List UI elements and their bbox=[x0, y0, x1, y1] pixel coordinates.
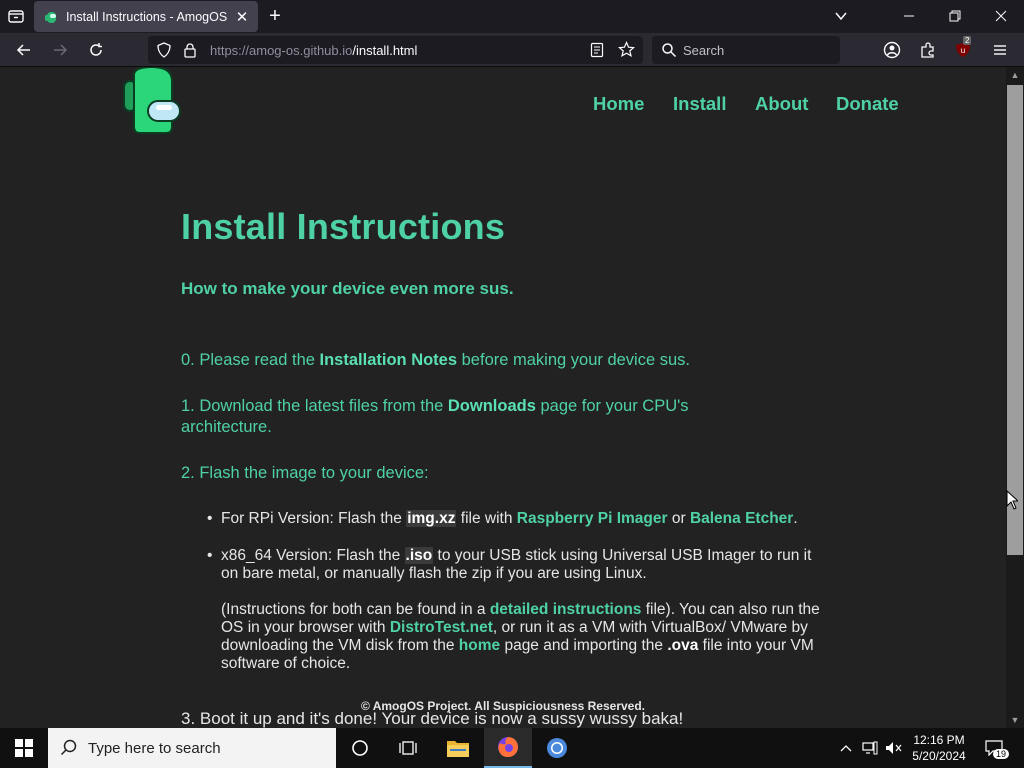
account-icon[interactable] bbox=[881, 39, 903, 61]
task-view-icon[interactable] bbox=[384, 728, 432, 768]
iso-code: .iso bbox=[404, 547, 434, 564]
balena-etcher-link[interactable]: Balena Etcher bbox=[690, 510, 793, 527]
back-icon[interactable] bbox=[13, 39, 35, 61]
step-0: 0. Please read the Installation Notes be… bbox=[181, 351, 690, 369]
reader-view-icon[interactable] bbox=[590, 42, 604, 63]
svg-text:u: u bbox=[961, 46, 965, 55]
vm-note-paragraph: (Instructions for both can be found in a… bbox=[221, 601, 820, 672]
step-2: 2. Flash the image to your device: bbox=[181, 464, 429, 482]
notification-center-icon[interactable]: 19 bbox=[980, 728, 1010, 768]
scroll-up-icon[interactable]: ▲ bbox=[1010, 70, 1020, 80]
tab-bar: Install Instructions - AmogOS ✕ + bbox=[0, 0, 1024, 33]
ublock-origin-icon[interactable]: u 2 bbox=[953, 36, 975, 61]
reload-icon[interactable] bbox=[85, 39, 107, 61]
list-item-rpi: • For RPi Version: Flash the img.xz file… bbox=[207, 510, 798, 527]
mouse-cursor-icon bbox=[1006, 489, 1020, 515]
url-bar[interactable]: https://amog-os.github.io/install.html bbox=[148, 36, 643, 64]
app-menu-icon[interactable] bbox=[989, 39, 1011, 61]
bookmark-star-icon[interactable] bbox=[617, 41, 636, 63]
file-explorer-icon[interactable] bbox=[434, 728, 482, 768]
close-window-icon[interactable] bbox=[989, 4, 1013, 28]
tab-title: Install Instructions - AmogOS bbox=[66, 9, 228, 24]
cortana-icon[interactable] bbox=[336, 728, 384, 768]
notification-count: 19 bbox=[993, 749, 1010, 759]
installation-notes-link[interactable]: Installation Notes bbox=[320, 351, 458, 369]
taskbar-search-icon bbox=[60, 739, 78, 762]
tab-active[interactable]: Install Instructions - AmogOS ✕ bbox=[34, 1, 258, 32]
taskbar-search-placeholder: Type here to search bbox=[88, 740, 221, 757]
amogus-favicon-icon bbox=[44, 10, 58, 24]
search-icon bbox=[661, 42, 677, 63]
bullet-dot: • bbox=[207, 547, 213, 564]
list-item-x86: • x86_64 Version: Flash the .iso to your… bbox=[207, 547, 812, 582]
ublock-badge: 2 bbox=[963, 36, 972, 45]
list-all-tabs-icon[interactable] bbox=[829, 4, 853, 28]
page-subtitle: How to make your device even more sus. bbox=[181, 279, 514, 298]
nav-about-link[interactable]: About bbox=[755, 93, 808, 115]
bullet-dot: • bbox=[207, 510, 213, 527]
scrollbar-thumb[interactable] bbox=[1007, 85, 1023, 555]
navigation-toolbar: https://amog-os.github.io/install.html S… bbox=[0, 33, 1024, 67]
clock-time: 12:16 PM bbox=[913, 733, 965, 747]
chrome-taskbar-icon[interactable] bbox=[533, 728, 581, 768]
tab-list-icon[interactable] bbox=[6, 6, 26, 26]
firefox-taskbar-icon[interactable] bbox=[484, 728, 532, 768]
volume-muted-icon[interactable] bbox=[882, 728, 906, 768]
page-title: Install Instructions bbox=[181, 206, 506, 247]
taskbar-search-box[interactable]: Type here to search bbox=[48, 728, 336, 768]
footer-copyright: © AmogOS Project. All Suspiciousness Res… bbox=[360, 699, 646, 713]
network-icon[interactable] bbox=[858, 728, 882, 768]
lock-icon[interactable] bbox=[183, 42, 197, 63]
minimize-icon[interactable] bbox=[897, 4, 921, 28]
windows-start-icon[interactable] bbox=[0, 728, 48, 768]
amogos-logo[interactable] bbox=[122, 67, 184, 137]
nav-install-link[interactable]: Install bbox=[673, 93, 726, 115]
extensions-icon[interactable] bbox=[917, 39, 939, 61]
ova-text: .ova bbox=[667, 637, 699, 654]
distrotest-link[interactable]: DistroTest.net bbox=[390, 619, 493, 636]
windows-taskbar: Type here to search 12:16 PM 5/20/2024 1… bbox=[0, 728, 1024, 768]
tray-overflow-chevron-icon[interactable] bbox=[834, 728, 858, 768]
detailed-instructions-link[interactable]: detailed instructions bbox=[490, 601, 642, 618]
img-xz-code: img.xz bbox=[406, 510, 457, 527]
scroll-down-icon[interactable]: ▼ bbox=[1010, 715, 1020, 725]
web-page: Home Install About Donate Install Instru… bbox=[0, 67, 1006, 728]
clock-date: 5/20/2024 bbox=[912, 749, 966, 763]
restore-icon[interactable] bbox=[943, 4, 967, 28]
nav-home-link[interactable]: Home bbox=[593, 93, 644, 115]
page-scrollbar[interactable]: ▲ ▼ bbox=[1006, 67, 1024, 728]
tab-close-icon[interactable]: ✕ bbox=[232, 7, 252, 27]
downloads-link[interactable]: Downloads bbox=[448, 397, 536, 415]
clock[interactable]: 12:16 PM 5/20/2024 bbox=[904, 732, 974, 764]
search-placeholder: Search bbox=[683, 43, 725, 58]
new-tab-icon[interactable]: + bbox=[266, 6, 284, 26]
home-link[interactable]: home bbox=[459, 637, 500, 654]
nav-donate-link[interactable]: Donate bbox=[836, 93, 899, 115]
tracking-protection-shield-icon[interactable] bbox=[156, 42, 172, 63]
search-bar[interactable]: Search bbox=[652, 36, 840, 64]
step-1: 1. Download the latest files from the Do… bbox=[181, 397, 689, 436]
url-text: https://amog-os.github.io/install.html bbox=[210, 43, 418, 58]
forward-icon[interactable] bbox=[49, 39, 71, 61]
raspberry-pi-imager-link[interactable]: Raspberry Pi Imager bbox=[517, 510, 668, 527]
